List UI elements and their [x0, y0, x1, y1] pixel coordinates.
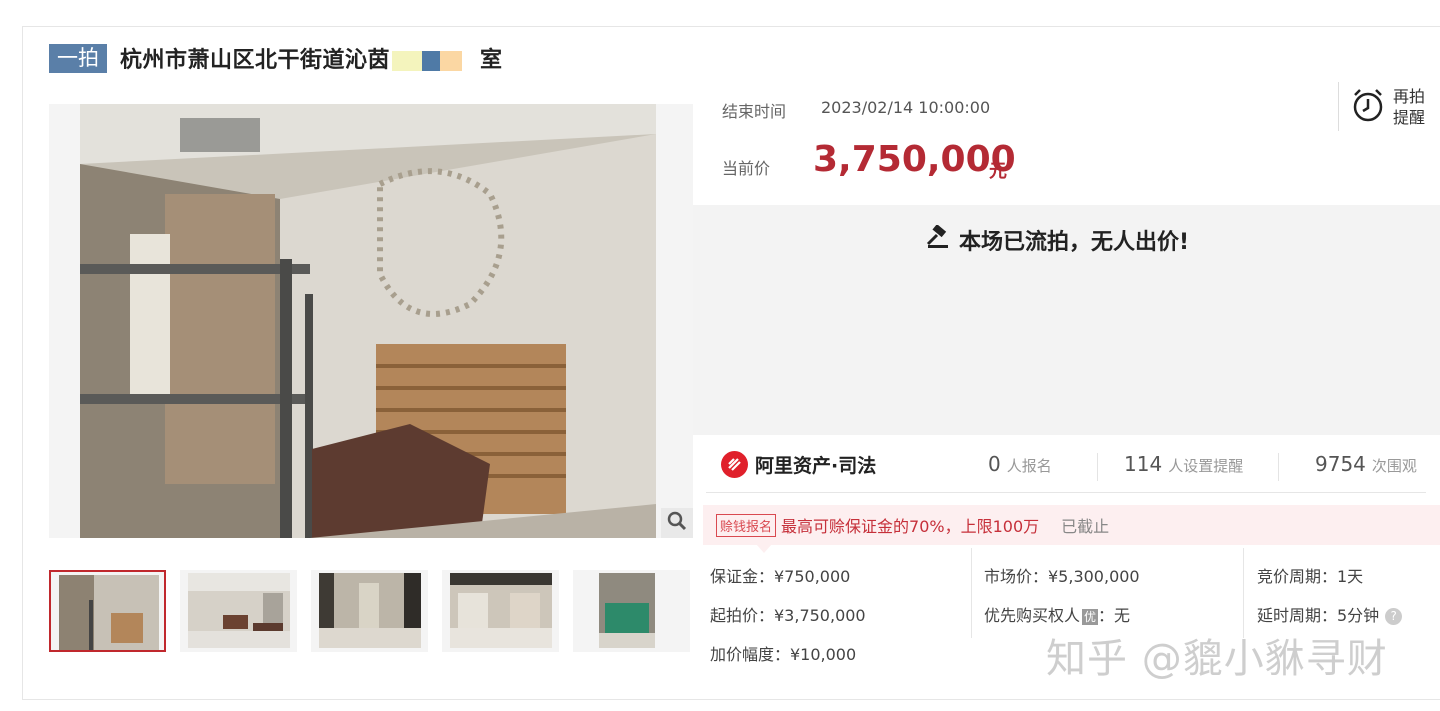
- end-time-value: 2023/02/14 10:00:00: [821, 98, 991, 117]
- market-price: 市场价：¥5,300,000: [984, 567, 1140, 586]
- currency-unit: 元: [989, 161, 1007, 182]
- title-row: 一拍 杭州市萧山区北干街道沁茵室: [49, 42, 503, 74]
- divider: [1278, 453, 1279, 481]
- stat-views: 9754 次围观: [1315, 452, 1417, 476]
- main-photo: [80, 104, 656, 538]
- alarm-clock-icon: [1351, 87, 1385, 127]
- rebid-reminder-button[interactable]: 再拍 提醒: [1338, 82, 1440, 131]
- deposit: 保证金：¥750,000: [710, 567, 851, 586]
- bid-increment: 加价幅度：¥10,000: [710, 645, 857, 664]
- thumbnail-5[interactable]: [573, 570, 690, 652]
- gavel-icon: [925, 224, 959, 255]
- stat-registrations: 0 人报名: [988, 452, 1052, 476]
- credit-registration-state: 已截止: [1061, 517, 1110, 536]
- thumbnail-2[interactable]: [180, 570, 297, 652]
- thumbnail-4[interactable]: [442, 570, 559, 652]
- ali-assets-logo-icon: [721, 451, 748, 478]
- thumbnail-1[interactable]: [49, 570, 166, 652]
- banner-pointer: [756, 544, 772, 553]
- divider: [706, 492, 1426, 493]
- end-time-label: 结束时间: [722, 102, 787, 121]
- auction-status: 本场已流拍，无人出价!: [925, 224, 1189, 256]
- auction-round-badge: 一拍: [49, 43, 107, 73]
- current-price-label: 当前价: [722, 159, 771, 178]
- help-icon[interactable]: ?: [1385, 608, 1403, 625]
- stat-reminders: 114 人设置提醒: [1124, 452, 1244, 476]
- start-price: 起拍价：¥3,750,000: [710, 606, 866, 625]
- divider: [1097, 453, 1098, 481]
- watermark: 知乎 @貔小貅寻财: [1046, 636, 1388, 682]
- current-price-value: 3,750,000: [813, 139, 1016, 180]
- credit-registration-banner[interactable]: 赊钱报名 最高可赊保证金的70%，上限100万 已截止: [703, 505, 1440, 545]
- auction-title: 杭州市萧山区北干街道沁茵室: [120, 48, 503, 73]
- divider: [971, 548, 972, 638]
- magnifier-icon: [667, 511, 687, 535]
- zoom-button[interactable]: [661, 508, 693, 538]
- priority-buyer: 优先购买权人优：无: [984, 606, 1131, 625]
- credit-registration-tag: 赊钱报名: [716, 513, 777, 537]
- main-photo-frame[interactable]: [49, 104, 693, 538]
- delay-period: 延时周期：5分钟?: [1257, 602, 1403, 626]
- credit-registration-text: 最高可赊保证金的70%，上限100万: [781, 517, 1040, 536]
- priority-badge[interactable]: 优: [1082, 609, 1099, 625]
- thumbnail-3[interactable]: [311, 570, 428, 652]
- divider: [1243, 548, 1244, 638]
- thumbnail-strip: [49, 570, 704, 652]
- platform-brand[interactable]: 阿里资产·司法: [721, 451, 876, 478]
- rebid-reminder-label: 再拍 提醒: [1393, 86, 1426, 127]
- bid-period: 竞价周期：1天: [1257, 567, 1364, 586]
